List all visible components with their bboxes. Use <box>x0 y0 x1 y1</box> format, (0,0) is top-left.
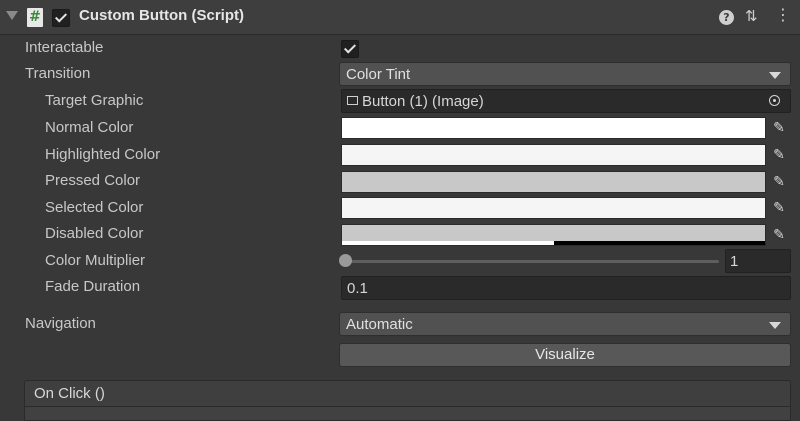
target-graphic-field[interactable]: Button (1) (Image) <box>341 89 791 113</box>
eyedropper-icon[interactable]: ✎ <box>768 197 790 219</box>
transition-dropdown[interactable]: Color Tint <box>339 62 791 86</box>
component-title: Custom Button (Script) <box>79 7 244 24</box>
color-multiplier-slider-thumb[interactable] <box>339 254 352 267</box>
chevron-down-icon <box>769 72 781 79</box>
context-menu-icon[interactable]: ⋮ <box>775 5 791 24</box>
normal-color-label: Normal Color <box>45 119 134 136</box>
fade-duration-label: Fade Duration <box>45 278 141 295</box>
alpha-bar <box>342 241 554 245</box>
eyedropper-icon[interactable]: ✎ <box>768 144 790 166</box>
disabled-color-swatch[interactable] <box>341 224 766 246</box>
normal-color-swatch[interactable] <box>341 117 766 139</box>
navigation-dropdown[interactable]: Automatic <box>339 312 791 336</box>
eyedropper-icon[interactable]: ✎ <box>768 117 790 139</box>
visualize-button[interactable]: Visualize <box>339 343 791 367</box>
foldout-arrow-icon[interactable] <box>6 11 18 20</box>
fade-duration-value: 0.1 <box>347 280 368 297</box>
eyedropper-icon[interactable]: ✎ <box>768 224 790 246</box>
highlighted-color-swatch[interactable] <box>341 144 766 166</box>
interactable-label: Interactable <box>25 39 104 56</box>
color-multiplier-slider-track[interactable] <box>346 260 719 263</box>
color-multiplier-label: Color Multiplier <box>45 252 146 269</box>
component-enabled-checkbox[interactable] <box>52 9 70 27</box>
image-icon <box>347 96 358 105</box>
selected-color-swatch[interactable] <box>341 197 766 219</box>
eyedropper-icon[interactable]: ✎ <box>768 171 790 193</box>
navigation-label: Navigation <box>25 315 96 332</box>
disabled-color-label: Disabled Color <box>45 225 144 242</box>
target-graphic-value: Button (1) (Image) <box>362 93 484 110</box>
selected-color-label: Selected Color <box>45 199 144 216</box>
script-icon: # <box>27 8 43 27</box>
fade-duration-input[interactable]: 0.1 <box>341 276 791 300</box>
transition-value: Color Tint <box>346 66 411 83</box>
on-click-event-list[interactable] <box>24 407 791 421</box>
highlighted-color-label: Highlighted Color <box>45 146 161 163</box>
transition-label: Transition <box>25 65 91 82</box>
interactable-checkbox[interactable] <box>341 40 359 58</box>
help-icon[interactable]: ? <box>719 10 734 25</box>
chevron-down-icon <box>769 322 781 329</box>
on-click-event-header: On Click () <box>24 380 791 407</box>
component-header: # Custom Button (Script) ? ⇅ ⋮ <box>0 0 800 35</box>
object-picker-icon[interactable] <box>769 95 780 106</box>
pressed-color-label: Pressed Color <box>45 172 141 189</box>
target-graphic-label: Target Graphic <box>45 92 144 109</box>
preset-icon[interactable]: ⇅ <box>745 7 758 25</box>
color-multiplier-input[interactable]: 1 <box>725 249 791 273</box>
color-multiplier-value: 1 <box>730 253 739 270</box>
on-click-label: On Click () <box>34 385 105 402</box>
pressed-color-swatch[interactable] <box>341 171 766 193</box>
navigation-value: Automatic <box>346 316 413 333</box>
